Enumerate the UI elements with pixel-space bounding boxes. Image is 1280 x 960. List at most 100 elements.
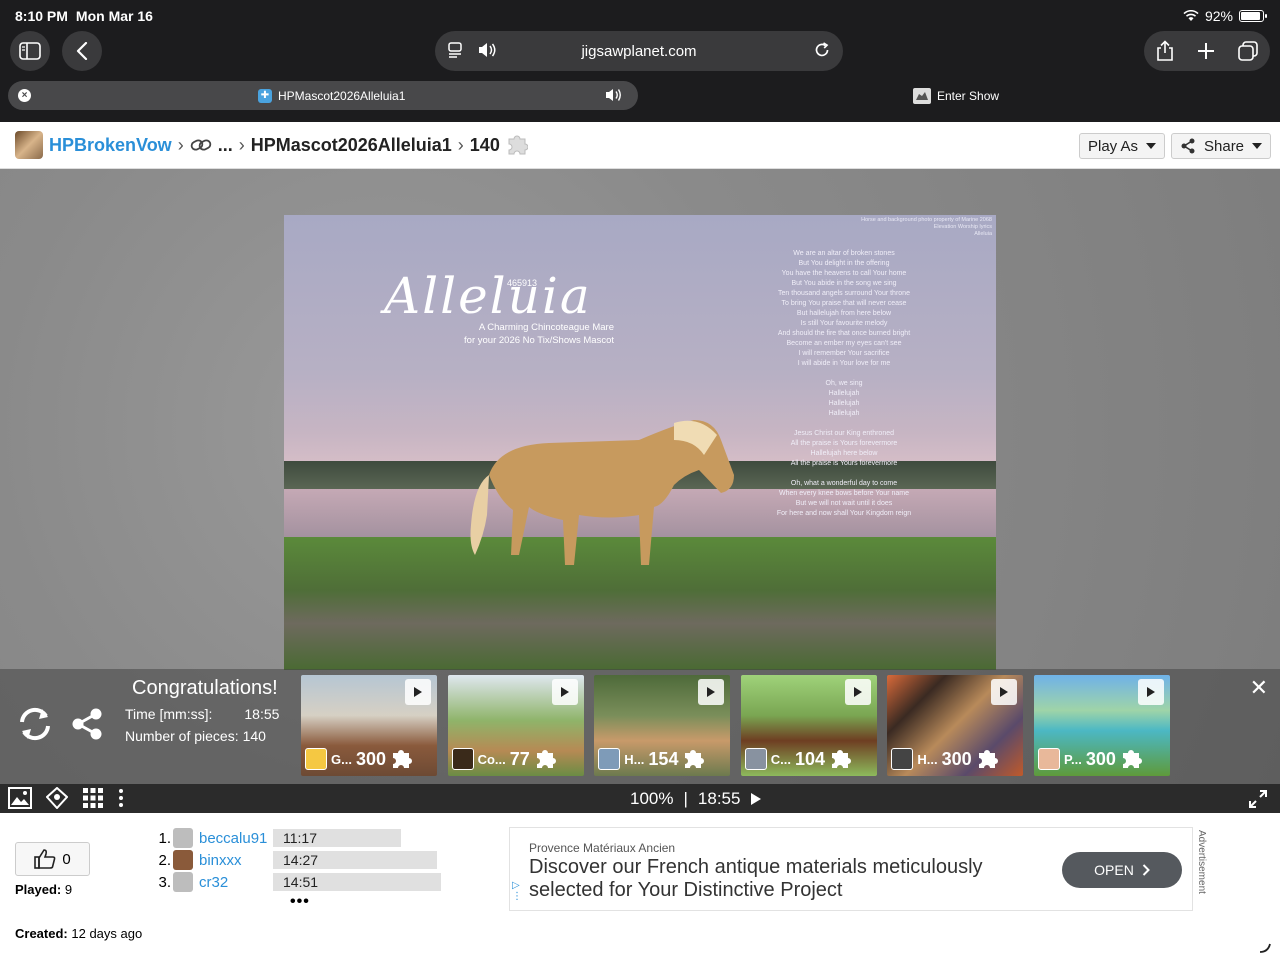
image-title: Alleluia: [384, 267, 592, 325]
breadcrumb-ellipsis[interactable]: ...: [218, 135, 233, 156]
adchoices-icon[interactable]: ▷ ⋮: [512, 880, 522, 902]
url-text: jigsawplanet.com: [581, 42, 697, 60]
puzzle-stage[interactable]: Horse and background photo property of M…: [0, 169, 1280, 813]
zoom-level[interactable]: 100%: [630, 789, 673, 809]
share-result-icon[interactable]: [70, 707, 104, 741]
more-options-icon[interactable]: [118, 787, 124, 809]
play-icon[interactable]: [991, 679, 1018, 705]
avatar[interactable]: [173, 872, 193, 892]
ghost-image-icon[interactable]: [46, 787, 68, 809]
fullscreen-icon[interactable]: [1248, 789, 1268, 809]
browser-chrome: 8:10 PM Mon Mar 16 92% jigsawplanet.com ×…: [0, 0, 1280, 122]
tabs-overview-icon[interactable]: [1237, 40, 1259, 62]
play-as-button[interactable]: Play As: [1079, 133, 1166, 159]
credit-line: Alleluia: [974, 231, 992, 237]
like-count: 0: [62, 850, 71, 868]
play-icon[interactable]: [1138, 679, 1164, 705]
reload-icon[interactable]: [813, 41, 831, 59]
suggested-puzzle-info: P... 300: [1038, 748, 1142, 770]
play-icon[interactable]: [405, 679, 431, 705]
suggested-puzzle[interactable]: C... 104: [740, 675, 877, 776]
sort-pieces-icon[interactable]: [82, 787, 104, 809]
suggested-puzzle[interactable]: H... 300: [887, 675, 1024, 776]
suggested-puzzle-name: C...: [770, 751, 792, 767]
play-icon[interactable]: [551, 679, 578, 705]
sidebar-toggle-button[interactable]: [10, 31, 50, 71]
new-tab-icon[interactable]: [1196, 41, 1216, 61]
play-icon[interactable]: [844, 679, 871, 705]
score-user-link[interactable]: cr32: [199, 874, 273, 891]
avatar[interactable]: [173, 850, 193, 870]
strip-actions: [16, 707, 104, 741]
leaderboard: 1. beccalu91 11:17 2. binxxx 14:27 3. cr32 14:51: [155, 827, 441, 893]
lyric-line: Hallelujah: [828, 390, 860, 397]
tab-audio-icon[interactable]: [604, 87, 624, 103]
tab-title: ✚ HPMascot2026Alleluia1: [258, 89, 405, 103]
lyric-line: For here and now shall Your Kingdom reig…: [776, 510, 912, 517]
chevron-right-icon: ›: [177, 134, 184, 155]
play-timer-icon[interactable]: [750, 792, 762, 806]
advertisement-banner[interactable]: Provence Matériaux Ancien Discover our F…: [509, 827, 1193, 911]
avatar[interactable]: [15, 131, 43, 159]
more-scores-button[interactable]: •••: [290, 893, 310, 911]
score-user-link[interactable]: beccalu91: [199, 830, 273, 847]
lyric-line: To bring You praise that will never ceas…: [781, 300, 907, 307]
image-subtitle: A Charming Chincoteague Mare for your 20…: [424, 321, 614, 347]
score-time: 14:27: [273, 851, 437, 869]
timer: 18:55: [697, 789, 741, 808]
score-row: 2. binxxx 14:27: [155, 849, 441, 871]
close-tab-icon[interactable]: ×: [18, 89, 31, 102]
play-icon[interactable]: [698, 679, 725, 705]
jigsaw-favicon-icon: ✚: [258, 89, 272, 103]
piece-count: 140: [469, 134, 500, 155]
caret-down-icon: [1146, 143, 1157, 149]
lyric-line: [754, 419, 934, 429]
suggested-puzzle[interactable]: P... 300: [1034, 675, 1170, 776]
suggested-puzzle-name: H...: [624, 751, 645, 767]
congrats-title: Congratulations!: [132, 677, 278, 699]
ad-brand[interactable]: Provence Matériaux Ancien: [529, 841, 675, 855]
created-label: Created:: [15, 926, 68, 941]
toolbar-tools: [8, 787, 124, 809]
user-link[interactable]: HPBrokenVow: [49, 135, 172, 156]
close-icon[interactable]: ✕: [1250, 675, 1268, 701]
enter-show-tab[interactable]: Enter Show: [913, 88, 999, 104]
played-label: Played:: [15, 882, 62, 897]
suggested-puzzle[interactable]: Co... 77: [447, 675, 584, 776]
suggested-puzzle[interactable]: G... 300: [301, 675, 437, 776]
created-date: Created: 12 days ago: [15, 926, 142, 941]
replay-icon[interactable]: [16, 707, 54, 741]
congratulations-panel: Congratulations! Time [mm:ss]: 18:55 Numb…: [0, 669, 1280, 784]
lyric-line: But we will not wait until it does: [795, 500, 893, 507]
share-icon[interactable]: [1155, 40, 1175, 62]
score-rank: 1.: [158, 829, 171, 847]
like-button[interactable]: 0: [15, 842, 90, 876]
reader-mode-icon[interactable]: [447, 41, 465, 59]
back-button[interactable]: [62, 31, 102, 71]
battery-icon: [1239, 10, 1267, 22]
ad-headline[interactable]: Discover our French antique materials me…: [529, 856, 1029, 902]
score-time: 14:51: [273, 873, 441, 891]
subtitle-line: for your 2026 No Tix/Shows Mascot: [464, 335, 614, 346]
puzzle-piece-icon: [978, 750, 998, 768]
speaker-icon[interactable]: [477, 41, 497, 59]
suggested-puzzle[interactable]: H... 154: [594, 675, 731, 776]
score-user-link[interactable]: binxxx: [199, 852, 273, 869]
lyric-line: Oh, we sing: [825, 380, 863, 387]
lyrics: We are an altar of broken stones But You …: [754, 249, 934, 519]
puzzle-toolbar: 100% | 18:55: [0, 784, 1280, 813]
ad-open-button[interactable]: OPEN: [1062, 852, 1182, 888]
avatar[interactable]: [173, 828, 193, 848]
lyric-line: When every knee bows before Your name: [779, 490, 909, 497]
puzzle-title: HPMascot2026Alleluia1: [250, 134, 452, 155]
share-button[interactable]: Share: [1171, 133, 1272, 159]
active-tab[interactable]: × ✚ HPMascot2026Alleluia1: [8, 81, 638, 110]
lyric-line: Hallelujah: [828, 410, 860, 417]
link-icon[interactable]: [190, 137, 212, 153]
pieces-stat: Number of pieces: 140: [125, 728, 279, 744]
address-bar[interactable]: jigsawplanet.com: [435, 31, 843, 71]
author-avatar: [744, 748, 767, 770]
battery-percent: 92%: [1204, 8, 1233, 24]
chevron-right-icon: ›: [238, 134, 245, 155]
preview-image-icon[interactable]: [8, 787, 32, 809]
